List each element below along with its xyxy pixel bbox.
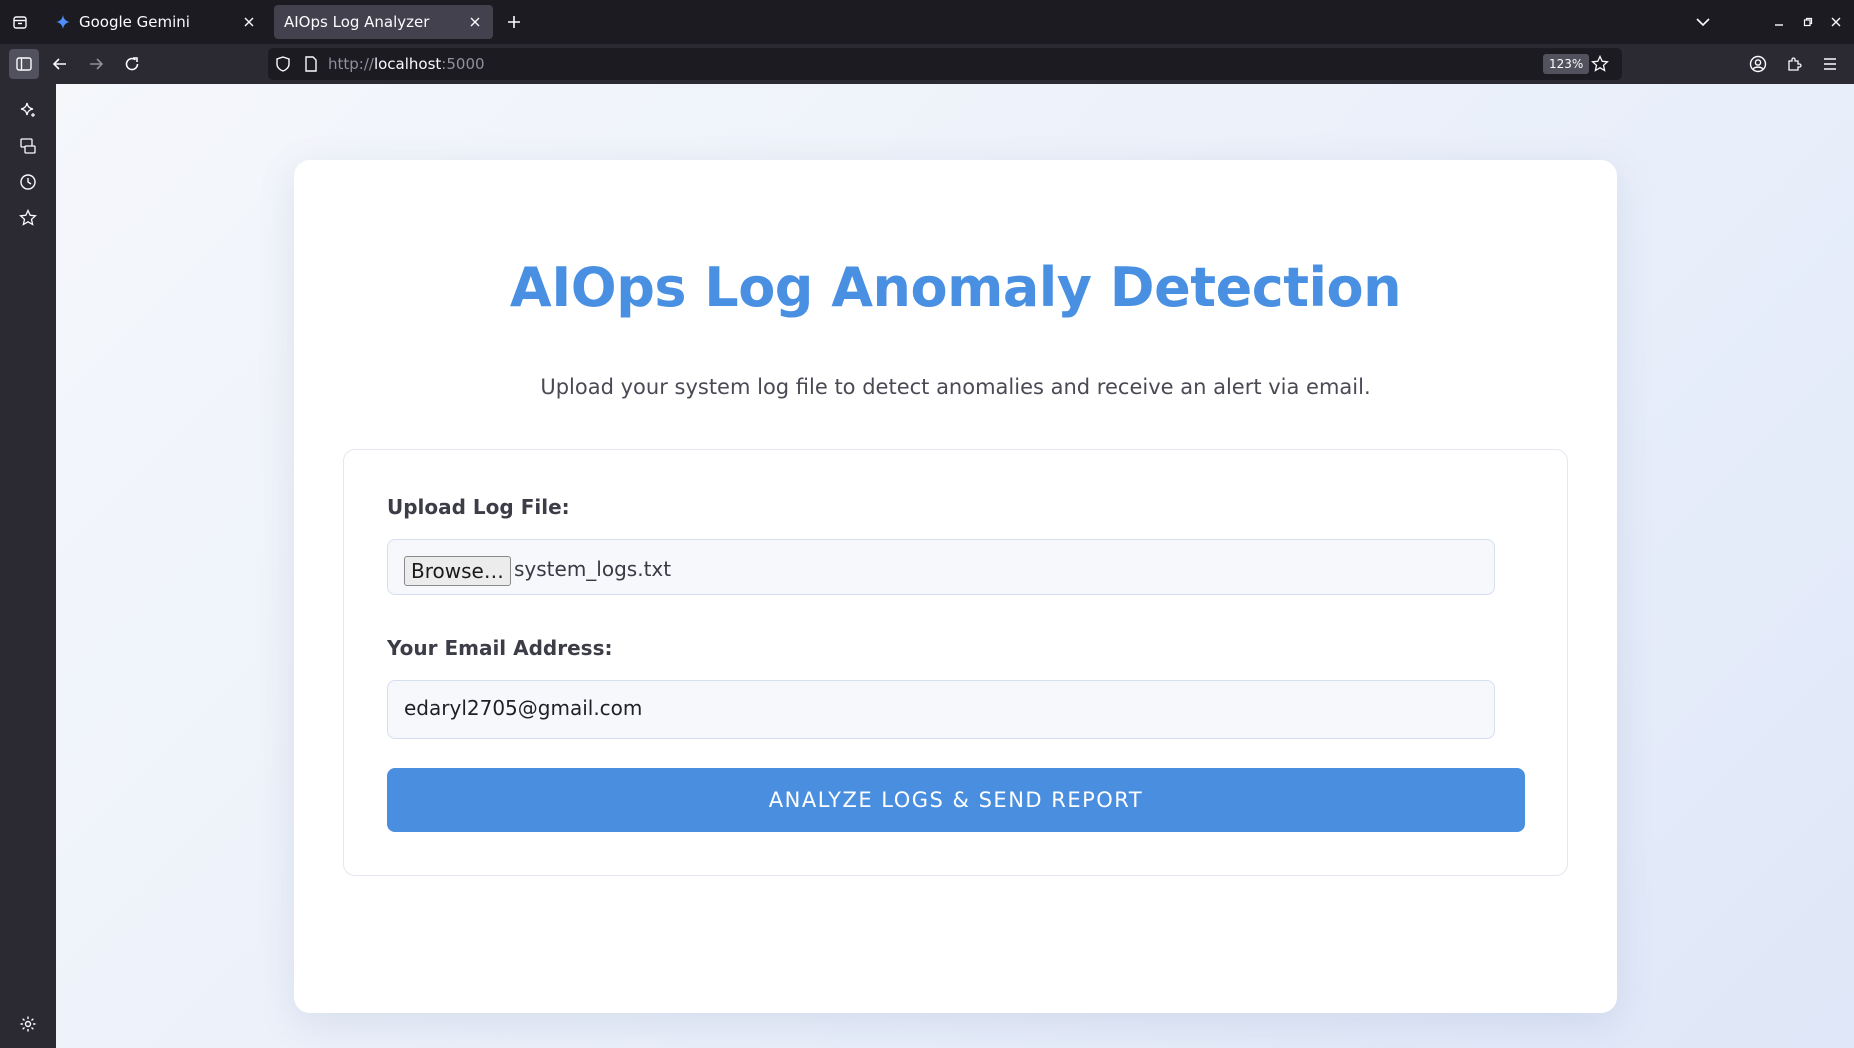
url-port: :5000 — [441, 55, 485, 73]
browser-sidebar — [0, 84, 56, 1048]
file-input[interactable]: Browse… system_logs.txt — [387, 539, 1495, 595]
new-tab-plus-icon[interactable] — [502, 10, 526, 34]
close-tab-icon[interactable] — [241, 14, 257, 30]
shield-icon[interactable] — [275, 56, 291, 76]
email-value: edaryl2705@gmail.com — [404, 696, 643, 720]
url-scheme: http:// — [328, 55, 374, 73]
analyze-submit-button[interactable]: ANALYZE LOGS & SEND REPORT — [387, 768, 1525, 832]
bookmarks-star-icon[interactable] — [16, 206, 40, 230]
tab-google-gemini[interactable]: Google Gemini — [45, 5, 267, 39]
tab-overview-icon[interactable] — [0, 0, 40, 44]
sidebar-toggle-icon[interactable] — [9, 49, 39, 79]
bookmark-star-icon[interactable] — [1591, 54, 1609, 77]
selected-file-name: system_logs.txt — [514, 557, 672, 581]
tab-title: Google Gemini — [79, 13, 190, 31]
chevron-down-icon[interactable] — [1693, 12, 1713, 32]
ai-chatbot-sparkle-icon[interactable] — [16, 98, 40, 122]
address-bar[interactable]: http://localhost:5000 123% — [268, 48, 1622, 80]
zoom-level-badge[interactable]: 123% — [1543, 54, 1590, 74]
page-info-icon[interactable] — [304, 56, 318, 76]
tab-strip: Google Gemini AIOps Log Analyzer — [0, 0, 1854, 44]
account-icon[interactable] — [1743, 49, 1773, 79]
browse-button[interactable]: Browse… — [404, 556, 511, 586]
close-window-icon[interactable] — [1828, 12, 1844, 32]
url-text[interactable]: http://localhost:5000 — [328, 55, 485, 73]
page-viewport: AIOps Log Anomaly Detection Upload your … — [56, 84, 1854, 1048]
tab-aiops-log-analyzer[interactable]: AIOps Log Analyzer — [274, 5, 493, 39]
synced-tabs-icon[interactable] — [16, 134, 40, 158]
url-host: localhost — [373, 55, 442, 73]
gemini-sparkle-icon — [55, 14, 71, 30]
menu-hamburger-icon[interactable] — [1815, 49, 1845, 79]
restore-icon[interactable] — [1800, 12, 1816, 32]
extensions-puzzle-icon[interactable] — [1779, 49, 1809, 79]
navigation-toolbar: http://localhost:5000 123% — [0, 44, 1854, 84]
page-title: AIOps Log Anomaly Detection — [509, 256, 1402, 319]
main-card: AIOps Log Anomaly Detection Upload your … — [294, 160, 1617, 1013]
page-subtitle: Upload your system log file to detect an… — [540, 375, 1371, 399]
email-field[interactable]: edaryl2705@gmail.com — [387, 680, 1495, 739]
tab-title: AIOps Log Analyzer — [284, 13, 430, 31]
history-clock-icon[interactable] — [16, 170, 40, 194]
email-label: Your Email Address: — [387, 636, 613, 660]
minimize-icon[interactable] — [1771, 12, 1787, 32]
upload-log-label: Upload Log File: — [387, 495, 570, 519]
reload-icon[interactable] — [117, 49, 147, 79]
settings-gear-icon[interactable] — [16, 1012, 40, 1036]
back-arrow-icon[interactable] — [45, 49, 75, 79]
upload-form: Upload Log File: Browse… system_logs.txt… — [343, 449, 1568, 876]
forward-arrow-icon[interactable] — [81, 49, 111, 79]
close-tab-icon[interactable] — [467, 14, 483, 30]
